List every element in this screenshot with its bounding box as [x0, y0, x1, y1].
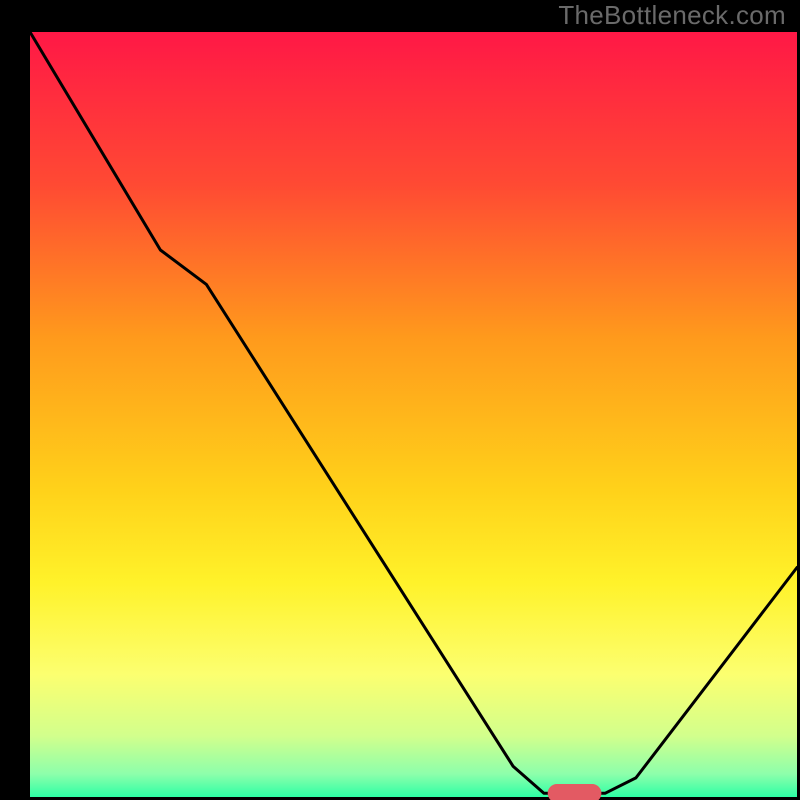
- chart-svg: [0, 0, 800, 800]
- bottleneck-chart: TheBottleneck.com: [0, 0, 800, 800]
- optimal-marker: [548, 784, 602, 800]
- plot-background: [30, 32, 797, 797]
- watermark-text: TheBottleneck.com: [558, 0, 786, 31]
